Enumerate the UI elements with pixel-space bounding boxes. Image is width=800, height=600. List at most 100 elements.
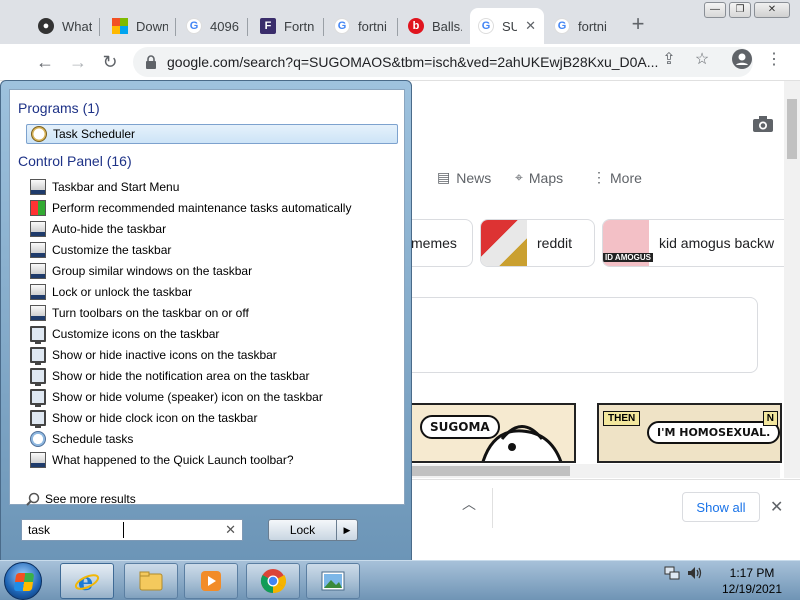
network-icon[interactable] — [664, 565, 680, 584]
horizontal-scrollbar[interactable] — [410, 464, 780, 478]
result-label: Auto-hide the taskbar — [52, 222, 167, 236]
taskbar-media-player[interactable] — [184, 563, 238, 599]
tab-more[interactable]: ⋮ More — [592, 169, 642, 186]
profile-avatar-icon[interactable] — [730, 49, 754, 74]
result-task-scheduler[interactable]: Task Scheduler — [26, 124, 398, 144]
lock-button[interactable]: Lock ▶ — [268, 519, 358, 541]
tab-label: What — [62, 18, 92, 34]
taskbar-icon — [30, 284, 46, 300]
tab-2[interactable]: G 4096 — [178, 8, 248, 44]
maximize-button[interactable]: ❐ — [729, 2, 751, 18]
tab-label: 4096 — [210, 18, 239, 34]
picture-viewer-icon — [320, 568, 346, 594]
reddit-thumbnail — [481, 220, 527, 266]
chrome-menu-icon[interactable]: ⋮ — [762, 49, 786, 69]
windows-logo-icon — [13, 573, 35, 591]
tab-5[interactable]: b Balls.c — [400, 8, 470, 44]
google-icon: G — [478, 18, 494, 34]
cp-item-customize-taskbar[interactable]: Customize the taskbar — [26, 240, 398, 260]
cp-item-maintenance[interactable]: Perform recommended maintenance tasks au… — [26, 198, 398, 218]
close-tab-icon[interactable]: ✕ — [525, 18, 536, 34]
share-icon[interactable]: ⇪ — [657, 49, 681, 69]
camera-icon[interactable] — [752, 115, 774, 136]
media-player-icon — [198, 568, 224, 594]
tab-4[interactable]: G fortni — [326, 8, 398, 44]
tab-news[interactable]: ▤ News — [437, 169, 491, 186]
cp-item-taskbar-start-menu[interactable]: Taskbar and Start Menu — [26, 177, 398, 197]
bookmark-star-icon[interactable]: ☆ — [690, 49, 714, 69]
cp-item-volume-icon[interactable]: Show or hide volume (speaker) icon on th… — [26, 387, 398, 407]
reload-button[interactable]: ↻ — [97, 49, 123, 75]
close-icon[interactable]: ✕ — [770, 497, 783, 517]
cp-item-clock-icon[interactable]: Show or hide clock icon on the taskbar — [26, 408, 398, 428]
cp-item-inactive-icons[interactable]: Show or hide inactive icons on the taskb… — [26, 345, 398, 365]
new-tab-button[interactable]: + — [626, 13, 650, 37]
minimize-button[interactable]: — — [704, 2, 726, 18]
see-more-results-link[interactable]: See more results — [26, 492, 136, 506]
result-label: Perform recommended maintenance tasks au… — [52, 201, 352, 215]
tab-1[interactable]: Down — [104, 8, 176, 44]
cp-item-customize-icons[interactable]: Customize icons on the taskbar — [26, 324, 398, 344]
chip-label: reddit — [537, 235, 573, 251]
cp-item-toolbars[interactable]: Turn toolbars on the taskbar on or off — [26, 303, 398, 323]
taskbar-icon — [30, 221, 46, 237]
result-label: Taskbar and Start Menu — [52, 180, 180, 194]
cp-item-lock-taskbar[interactable]: Lock or unlock the taskbar — [26, 282, 398, 302]
comic-figure — [481, 425, 563, 461]
taskbar-icon — [30, 452, 46, 468]
comic-speech-bubble: I'M HOMOSEXUAL. — [647, 421, 780, 444]
scrollbar-thumb[interactable] — [410, 466, 570, 476]
b-icon: b — [408, 18, 424, 34]
search-results-panel: Programs (1) Task Scheduler Control Pane… — [9, 89, 405, 506]
start-menu: Programs (1) Task Scheduler Control Pane… — [0, 80, 412, 562]
tab-maps[interactable]: ⌖ Maps — [515, 169, 563, 186]
tab-label: Balls.c — [432, 18, 462, 34]
result-label: Task Scheduler — [53, 127, 136, 141]
tab-6-active[interactable]: G SU ✕ — [470, 8, 544, 44]
system-clock[interactable]: 1:17 PM 12/19/2021 — [716, 565, 788, 597]
text-cursor — [123, 522, 124, 538]
show-all-button[interactable]: Show all — [682, 492, 760, 522]
taskbar-icon — [30, 242, 46, 258]
back-button[interactable]: ← — [32, 49, 58, 75]
cp-item-quick-launch[interactable]: What happened to the Quick Launch toolba… — [26, 450, 398, 470]
related-search-card[interactable] — [402, 297, 758, 373]
cp-item-schedule-tasks[interactable]: Schedule tasks — [26, 429, 398, 449]
taskbar-picture-viewer[interactable] — [306, 563, 360, 599]
image-result-1[interactable]: SUGOMA — [410, 403, 576, 463]
image-result-2[interactable]: THEN I'M HOMOSEXUAL. N — [597, 403, 782, 463]
scrollbar-thumb[interactable] — [787, 99, 797, 159]
forward-button[interactable]: → — [65, 49, 91, 75]
cp-item-group-windows[interactable]: Group similar windows on the taskbar — [26, 261, 398, 281]
notification-icons-icon — [30, 368, 46, 386]
tab-more-label: More — [610, 169, 642, 186]
cp-item-auto-hide[interactable]: Auto-hide the taskbar — [26, 219, 398, 239]
taskbar-internet-explorer[interactable]: e — [60, 563, 114, 599]
see-more-label: See more results — [45, 492, 136, 506]
chip-reddit[interactable]: reddit — [480, 219, 595, 267]
result-label: Show or hide the notification area on th… — [52, 369, 310, 383]
lock-icon — [145, 55, 157, 69]
tab-3[interactable]: F Fortn — [252, 8, 324, 44]
tab-0[interactable]: ● What — [30, 8, 100, 44]
volume-icon[interactable] — [686, 565, 704, 584]
github-icon: ● — [38, 18, 54, 34]
taskbar-file-explorer[interactable] — [124, 563, 178, 599]
clock-date: 12/19/2021 — [721, 582, 783, 596]
start-search-input[interactable]: task ✕ — [21, 519, 243, 541]
tab-7[interactable]: G fortni — [546, 8, 618, 44]
tab-news-label: News — [456, 169, 492, 186]
power-options-arrow-icon[interactable]: ▶ — [337, 525, 357, 536]
close-window-button[interactable]: ✕ — [754, 2, 790, 18]
cp-item-notification-area[interactable]: Show or hide the notification area on th… — [26, 366, 398, 386]
clear-search-icon[interactable]: ✕ — [225, 522, 236, 538]
chip-memes[interactable]: memes — [402, 219, 473, 267]
chip-kid-amogus[interactable]: ID AMOGUS kid amogus backw — [602, 219, 800, 267]
chevron-up-icon[interactable]: ︿ — [462, 494, 476, 514]
start-button[interactable] — [4, 562, 42, 600]
result-label: Turn toolbars on the taskbar on or off — [52, 306, 249, 320]
vertical-scrollbar[interactable] — [784, 81, 800, 478]
taskbar-icon — [30, 263, 46, 279]
taskbar-icon — [30, 179, 46, 195]
taskbar-chrome[interactable] — [246, 563, 300, 599]
